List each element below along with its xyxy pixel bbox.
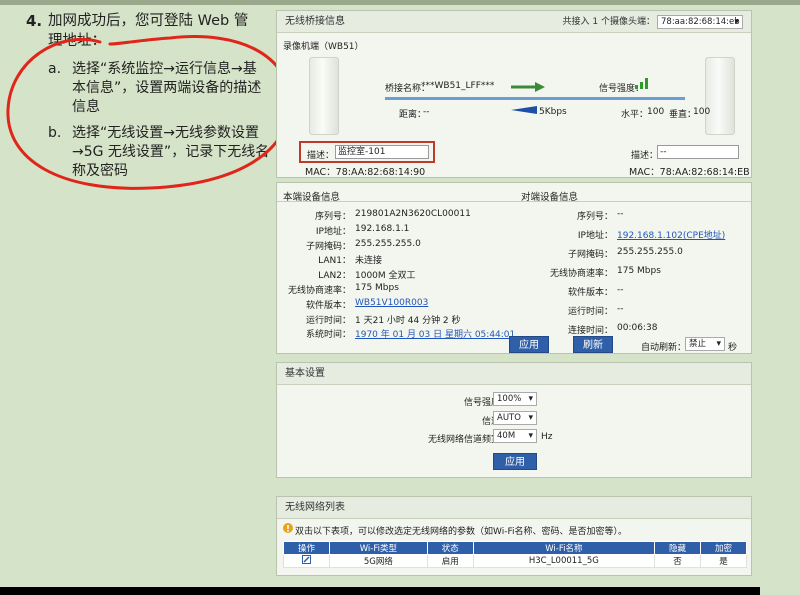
- divider: [277, 201, 751, 202]
- bridge-header-title: 无线桥接信息: [285, 16, 345, 27]
- info-value: 00:06:38: [617, 323, 658, 333]
- column-header: 状态: [426, 541, 474, 555]
- wlan-tip: 双击以下表项，可以修改选定无线网络的参数（如Wi-Fi名称、密码、是否加密等）。: [295, 527, 627, 537]
- edit-icon[interactable]: [301, 555, 311, 564]
- info-label: 无线协商速率：: [549, 269, 613, 279]
- wifi-name-cell: H3C_L00011_5G: [472, 554, 655, 568]
- info-value: --: [617, 285, 624, 295]
- info-label: 系统时间：: [305, 330, 351, 341]
- edit-cell[interactable]: [283, 554, 330, 568]
- column-header: 操作: [283, 541, 330, 555]
- wifi-type-cell: 5G网络: [328, 554, 428, 568]
- right-desc-input[interactable]: --: [657, 145, 739, 159]
- right-desc-label: 描述：: [631, 151, 659, 161]
- encrypt-cell: 是: [699, 554, 748, 568]
- wlan-list-panel: 无线网络列表 双击以下表项，可以修改选定无线网络的参数（如Wi-Fi名称、密码、…: [276, 496, 752, 576]
- link-line: [385, 97, 685, 100]
- info-value: 255.255.255.0: [617, 247, 683, 257]
- auto-refresh-select[interactable]: 禁止: [685, 337, 725, 351]
- bridge-header: 无线桥接信息 共接入 1 个摄像头端： 78:aa:82:68:14:eb: [277, 11, 751, 33]
- wlan-table-header-row: 操作 Wi-Fi类型 状态 Wi-Fi名称 隐藏 加密: [283, 541, 748, 555]
- info-label: 序列号：: [576, 212, 613, 222]
- bridge-name: ***WB51_LFF***: [421, 81, 495, 91]
- bridge-info-panel: 无线桥接信息 共接入 1 个摄像头端： 78:aa:82:68:14:eb 录像…: [276, 10, 752, 178]
- info-value: 219801A2N3620CL00011: [355, 209, 471, 219]
- wlan-header: 无线网络列表: [277, 497, 751, 519]
- column-header: 隐藏: [653, 541, 701, 555]
- vertical-label: 垂直：: [669, 110, 697, 120]
- signal-strength-select[interactable]: 100%: [493, 392, 537, 406]
- apply-button[interactable]: 应用: [509, 336, 549, 353]
- rate-value: 5Kbps: [539, 107, 567, 117]
- info-label: LAN1：: [318, 256, 351, 267]
- upload-arrow-icon: [511, 82, 545, 92]
- local-device-image: [309, 57, 339, 135]
- channel-select[interactable]: AUTO: [493, 411, 537, 425]
- info-label: 无线协商速率：: [287, 286, 351, 296]
- left-mac: MAC：78:AA:82:68:14:90: [305, 167, 426, 178]
- info-label: 运行时间：: [567, 307, 613, 317]
- left-desc-label: 描述：: [307, 151, 335, 161]
- right-mac: MAC：78:AA:82:68:14:EB: [629, 167, 750, 178]
- bottom-bar: [0, 587, 760, 595]
- info-label: IP地址：: [315, 226, 351, 237]
- info-label: 运行时间：: [305, 315, 351, 326]
- info-label: 子网掩码：: [567, 250, 613, 260]
- bandwidth-unit: Hz: [541, 432, 553, 442]
- info-label: 序列号：: [314, 212, 351, 222]
- bandwidth-label: 无线网络信道频宽：: [427, 435, 509, 445]
- download-arrow-icon: [511, 106, 537, 114]
- column-header: Wi-Fi类型: [328, 541, 428, 555]
- column-header: Wi-Fi名称: [472, 541, 655, 555]
- info-label: IP地址：: [577, 231, 613, 241]
- info-value: 未连接: [355, 256, 383, 267]
- horizontal-label: 水平：: [621, 110, 649, 120]
- basic-apply-button[interactable]: 应用: [493, 453, 537, 470]
- table-row[interactable]: 5G网络 启用 H3C_L00011_5G 否 是: [283, 554, 748, 568]
- info-value: 175 Mbps: [617, 266, 661, 276]
- info-value: 192.168.1.1: [355, 223, 410, 234]
- camera-select[interactable]: 78:aa:82:68:14:eb: [657, 15, 743, 29]
- distance-label: 距离：: [399, 110, 427, 120]
- info-value: --: [617, 304, 624, 314]
- red-ellipse-annotation: [6, 35, 292, 190]
- connected-text: 共接入 1 个摄像头端：: [562, 17, 655, 27]
- refresh-button[interactable]: 刷新: [573, 336, 613, 353]
- info-value: 255.255.255.0: [355, 238, 421, 249]
- info-value: 1000M 全双工: [355, 271, 416, 282]
- device-title: 录像机端（WB51）: [283, 42, 364, 52]
- horizontal-value: 100: [647, 107, 665, 117]
- info-value: --: [617, 209, 624, 219]
- column-header: 加密: [699, 541, 748, 555]
- distance-value: --: [423, 107, 430, 117]
- wlan-table: 操作 Wi-Fi类型 状态 Wi-Fi名称 隐藏 加密 5G网络 启用 H3C_L0001…: [283, 541, 748, 568]
- info-value[interactable]: WB51V100R003: [355, 298, 428, 308]
- left-desc-input[interactable]: 监控室-101: [335, 145, 429, 159]
- vertical-value: 100: [693, 107, 711, 117]
- info-label: 子网掩码：: [305, 241, 351, 252]
- info-value[interactable]: 1970 年 01 月 03 日 星期六 05:44:01: [355, 327, 515, 340]
- info-icon: [283, 523, 293, 533]
- info-value: 1 天21 小时 44 分钟 2 秒: [355, 315, 461, 326]
- auto-refresh-label: 自动刷新：: [641, 343, 687, 353]
- basic-header: 基本设置: [277, 363, 751, 385]
- basic-settings-panel: 基本设置 信号强度： 100% 信道： AUTO 无线网络信道频宽： 40M H…: [276, 362, 752, 478]
- signal-bars-icon: [635, 78, 648, 89]
- hidden-cell: 否: [653, 554, 701, 568]
- remote-device-image: [705, 57, 735, 135]
- info-label: 连接时间：: [567, 326, 613, 336]
- info-label: 软件版本：: [567, 288, 613, 298]
- device-info-panel: 本端设备信息 对端设备信息 序列号： 219801A2N3620CL00011 IP…: [276, 182, 752, 354]
- info-label: LAN2：: [318, 271, 351, 282]
- info-value: 175 Mbps: [355, 283, 399, 293]
- status-cell: 启用: [426, 554, 474, 568]
- bandwidth-select[interactable]: 40M: [493, 429, 537, 443]
- info-label: 软件版本：: [305, 300, 351, 311]
- info-value[interactable]: 192.168.1.102(CPE地址): [617, 228, 725, 241]
- seconds-label: 秒: [728, 343, 738, 353]
